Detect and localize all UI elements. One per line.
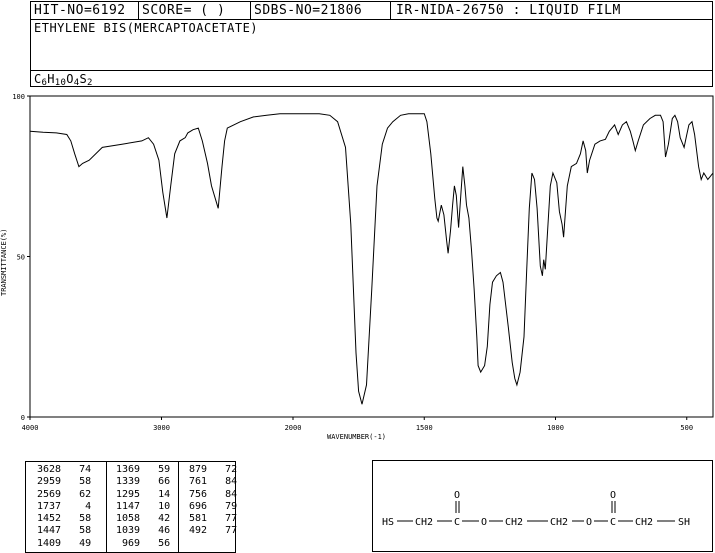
peak-transmittance: 74 [61,464,92,475]
atom-label: C [610,517,616,528]
peak-wavenumber: 2959 [37,476,62,488]
peak-wavenumber: 1058 [116,513,141,525]
peak-wavenumber: 1409 [37,537,62,549]
atom-label: O [586,517,592,528]
peak-transmittance: 62 [61,488,92,500]
peak-transmittance: 49 [61,537,92,549]
x-tick-label: 3000 [153,424,170,432]
peak-transmittance: 59 [140,464,171,475]
peak-wavenumber: 1039 [116,525,141,537]
peak-wavenumber: 1369 [116,464,141,475]
peak-transmittance: 14 [140,488,171,500]
peak-row: 2959 58 [37,476,91,488]
y-tick-label: 50 [17,254,25,262]
peak-transmittance: 4 [61,500,92,512]
transmittance-curve [29,113,714,405]
atom-label: O [481,517,487,528]
x-tick-label: 500 [680,424,693,432]
atom-label: CH2 [635,517,653,528]
peak-row: 1737 4 [37,501,91,513]
peak-transmittance: 72 [207,464,238,475]
peak-column-divider [106,462,107,552]
peak-transmittance: 84 [207,476,238,488]
peak-column: 1369 59 1339 66 1295 14 1147 10 1058 42 1039 … [116,464,170,550]
peak-wavenumber: 1147 [116,500,141,512]
structure-diagram: HS CH2 C O CH2 CH2 O C CH2 SH O O [382,490,690,528]
y-tick-label: 100 [12,93,25,101]
structure-box: HS CH2 C O CH2 CH2 O C CH2 SH O O [372,460,713,552]
atom-label: HS [382,517,394,528]
peak-transmittance: 77 [207,513,238,525]
peak-wavenumber: 696 [183,500,208,512]
peak-row: 1452 58 [37,513,91,525]
peak-row: 492 77 [183,525,237,537]
x-tick-label: 2000 [285,424,302,432]
x-tick-label: 4000 [22,424,39,432]
peak-column: 3628 74 2959 58 2569 62 1737 4 1452 58 1447 5… [37,464,91,550]
peak-row: 696 79 [183,501,237,513]
y-tick-label: 0 [21,414,25,422]
peak-transmittance: 10 [140,500,171,512]
x-ticks: 4000 3000 2000 1500 1000 500 [22,417,693,432]
peak-transmittance: 58 [61,476,92,488]
carbonyl-oxygen: O [454,490,460,501]
peak-row: 1147 10 [116,501,170,513]
y-axis-label: TRANSMITTANCE(%) [0,229,8,296]
peak-row: 2569 62 [37,489,91,501]
peak-row: 3628 74 [37,464,91,476]
peak-wavenumber: 969 [116,537,141,549]
peak-row: 581 77 [183,513,237,525]
y-ticks: 0 50 100 [12,93,30,422]
x-tick-label: 1500 [416,424,433,432]
atom-label: SH [678,517,690,528]
ir-spectrum-chart: 4000 3000 2000 1500 1000 500 0 50 100 WAVENUMBE… [0,93,714,441]
peak-row: 761 84 [183,476,237,488]
peak-transmittance: 66 [140,476,171,488]
peak-column: 879 72 761 84 756 84 696 79 581 77 492 7… [183,464,237,538]
carbonyl-oxygen: O [610,490,616,501]
peak-transmittance: 46 [140,525,171,537]
peak-row: 1369 59 [116,464,170,476]
plot-frame [29,95,714,418]
atom-label: CH2 [415,517,433,528]
atom-label: CH2 [505,517,523,528]
atom-label: CH2 [550,517,568,528]
peak-wavenumber: 3628 [37,464,62,475]
x-axis-label: WAVENUMBER(-1) [327,433,386,441]
peak-wavenumber: 761 [183,476,208,488]
peak-wavenumber: 581 [183,513,208,525]
peak-wavenumber: 1737 [37,500,62,512]
peak-transmittance: 42 [140,513,171,525]
peak-wavenumber: 756 [183,488,208,500]
peak-row: 1409 49 [37,538,91,550]
peak-wavenumber: 2569 [37,488,62,500]
peak-row: 756 84 [183,489,237,501]
peak-transmittance: 58 [61,513,92,525]
peak-table: 3628 74 2959 58 2569 62 1737 4 1452 58 1447 5… [25,461,237,553]
peak-transmittance: 58 [61,525,92,537]
x-tick-label: 1000 [547,424,564,432]
peak-row: 879 72 [183,464,237,476]
peak-wavenumber: 1447 [37,525,62,537]
peak-wavenumber: 1452 [37,513,62,525]
peak-row: 1295 14 [116,489,170,501]
peak-wavenumber: 1339 [116,476,141,488]
peak-transmittance: 79 [207,500,238,512]
peak-row: 1447 58 [37,525,91,537]
peak-wavenumber: 1295 [116,488,141,500]
peak-transmittance: 84 [207,488,238,500]
peak-transmittance: 56 [140,537,171,549]
peak-row: 1058 42 [116,513,170,525]
bonds [397,501,675,522]
peak-transmittance: 77 [207,525,238,537]
peak-row: 1339 66 [116,476,170,488]
peak-row: 969 56 [116,538,170,550]
peak-wavenumber: 492 [183,525,208,537]
peak-row: 1039 46 [116,525,170,537]
peak-column-divider [178,462,179,552]
atom-label: C [454,517,460,528]
peak-wavenumber: 879 [183,464,208,475]
